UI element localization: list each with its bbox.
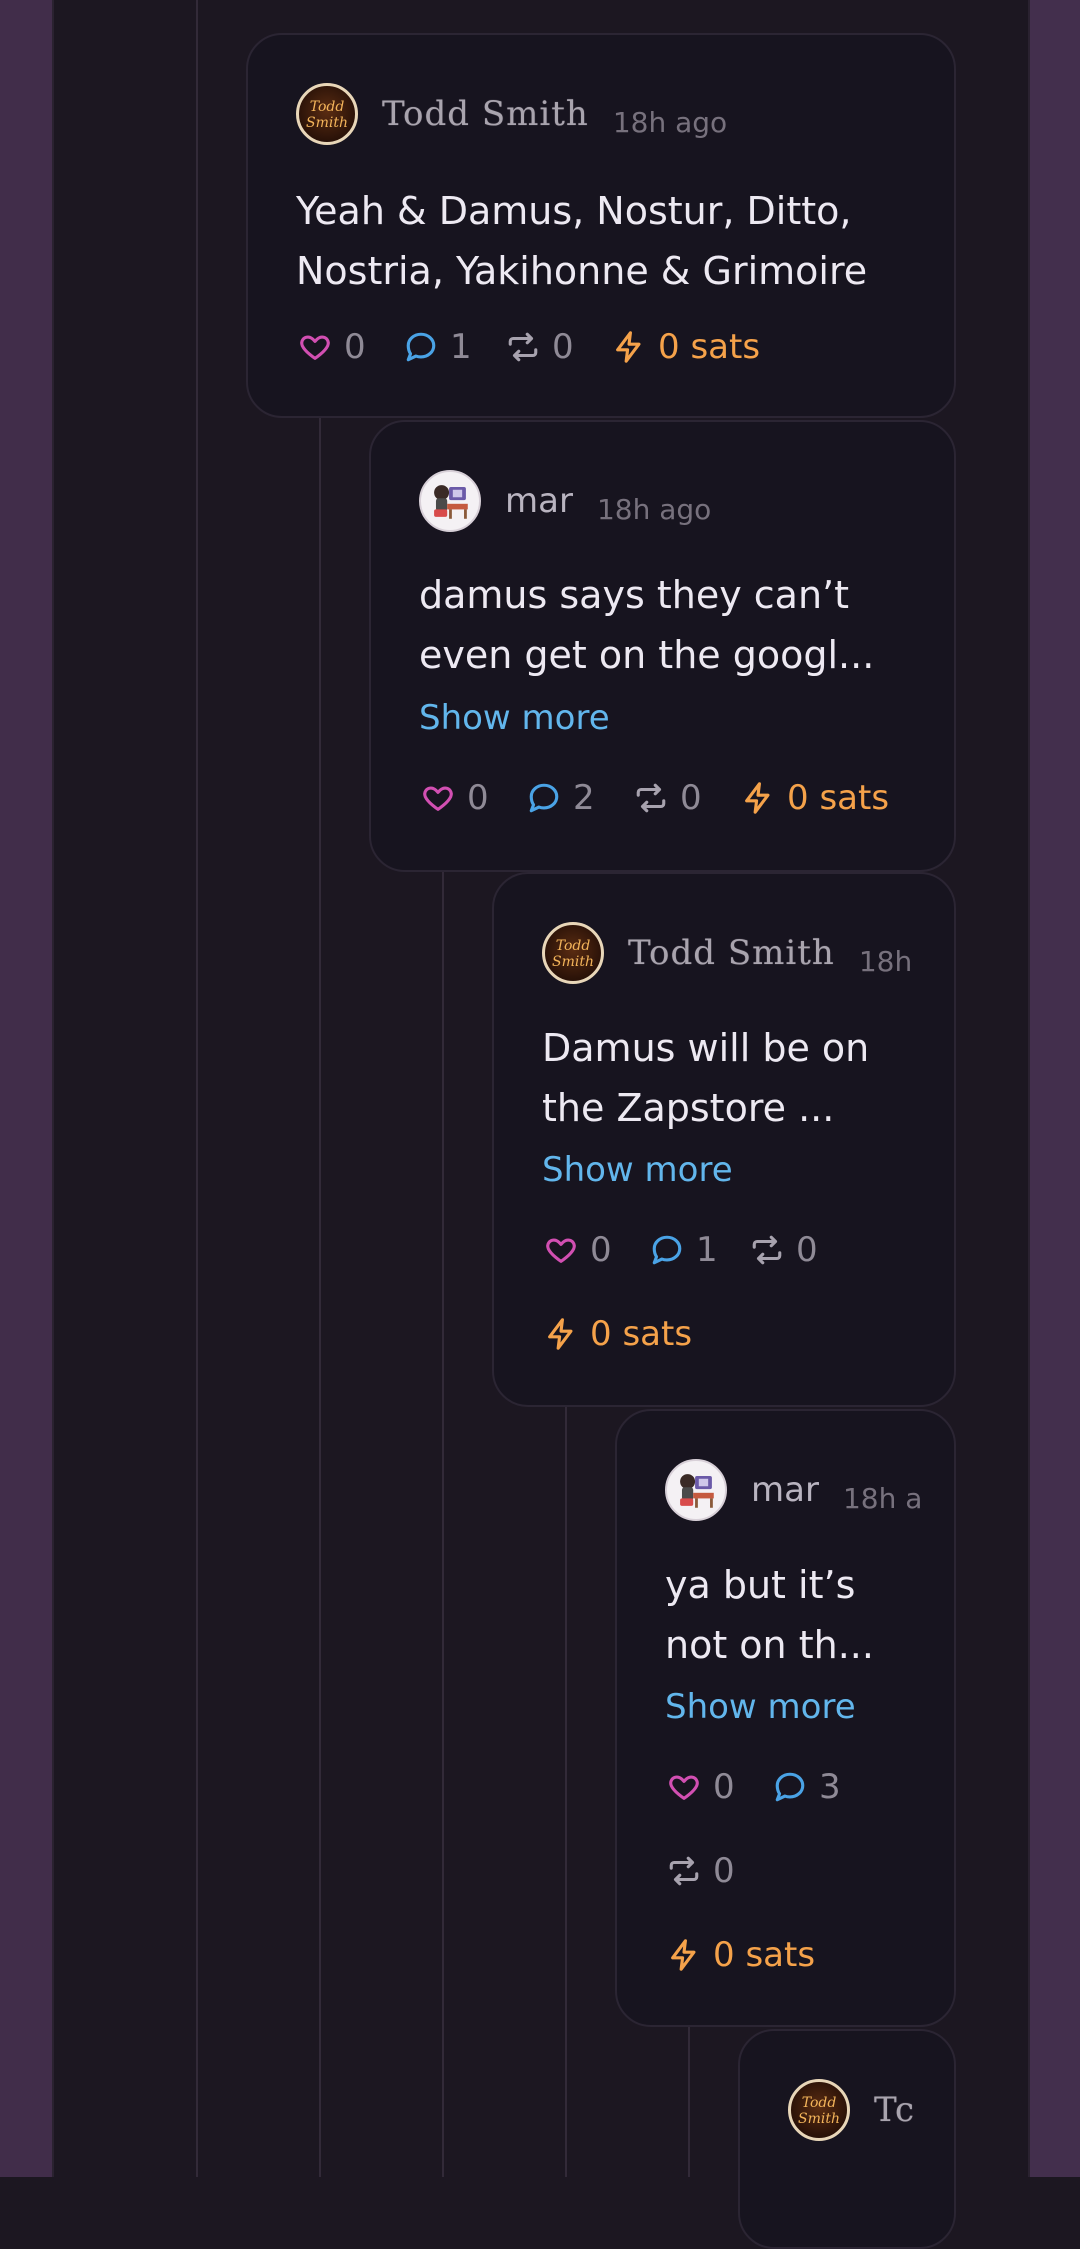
- thread-line: [565, 1404, 567, 2177]
- heart-icon: [300, 335, 330, 360]
- repost-icon: [669, 1856, 699, 1886]
- zap-amount: 0 sats: [658, 327, 761, 367]
- show-more-link[interactable]: Show more: [542, 1150, 733, 1190]
- right-divider: [1028, 0, 1030, 2177]
- zap-button[interactable]: 0 sats: [667, 1935, 815, 1975]
- like-count: 0: [344, 327, 366, 367]
- like-count: 0: [713, 1767, 735, 1807]
- zap-amount: 0 sats: [590, 1314, 693, 1354]
- left-sidebar: [0, 0, 52, 2177]
- like-count: 0: [590, 1230, 612, 1270]
- comment-icon: [652, 1235, 682, 1265]
- author-name[interactable]: Tc: [874, 2090, 915, 2130]
- reply-count: 2: [573, 778, 595, 818]
- author-name[interactable]: mar: [505, 481, 573, 521]
- like-button[interactable]: 0: [421, 778, 489, 818]
- post-card[interactable]: mar 18h a ya but it’s not on th... Show …: [615, 1409, 956, 2027]
- repost-button[interactable]: 0: [750, 1230, 818, 1270]
- reply-button[interactable]: 3: [773, 1767, 841, 1807]
- thread-line: [442, 868, 444, 2177]
- post-line: Nostria, Yakihonne & Grimoire: [296, 249, 868, 293]
- repost-count: 0: [713, 1851, 735, 1891]
- post-line: even get on the googl...: [419, 633, 875, 677]
- comment-icon: [529, 783, 559, 813]
- post-line: the Zapstore ...: [542, 1086, 835, 1130]
- author-avatar[interactable]: Todd Smith: [296, 83, 358, 145]
- thread-line: [319, 416, 321, 2177]
- repost-icon: [752, 1235, 782, 1265]
- post-timestamp: 18h ago: [596, 492, 712, 526]
- repost-button[interactable]: 0: [634, 778, 702, 818]
- lightning-icon: [671, 1939, 696, 1971]
- zap-button[interactable]: 0 sats: [544, 1314, 692, 1354]
- repost-count: 0: [680, 778, 702, 818]
- repost-icon: [636, 783, 666, 813]
- post-card[interactable]: mar 18h ago damus says they can’t even g…: [369, 420, 956, 872]
- author-avatar[interactable]: Todd Smith: [788, 2079, 850, 2141]
- heart-icon: [423, 786, 453, 811]
- comment-icon: [406, 332, 436, 362]
- zap-button[interactable]: 0 sats: [741, 778, 889, 818]
- reply-count: 3: [819, 1767, 841, 1807]
- left-divider: [52, 0, 54, 2177]
- post-card[interactable]: Todd Smith Tc: [738, 2029, 956, 2249]
- post-timestamp: 18h: [858, 944, 913, 978]
- repost-button[interactable]: 0: [506, 327, 574, 367]
- lightning-icon: [745, 782, 770, 814]
- post-line: damus says they can’t: [419, 573, 850, 617]
- comment-icon: [775, 1772, 805, 1802]
- repost-button[interactable]: 0: [667, 1851, 735, 1891]
- author-avatar[interactable]: Todd Smith: [542, 922, 604, 984]
- zap-amount: 0 sats: [787, 778, 890, 818]
- post-content: damus says they can’t even get on the go…: [419, 565, 874, 685]
- post-line: Damus will be on: [542, 1026, 870, 1070]
- lightning-icon: [548, 1318, 573, 1350]
- like-button[interactable]: 0: [667, 1767, 735, 1807]
- author-name[interactable]: mar: [751, 1470, 819, 1510]
- author-name[interactable]: Todd Smith: [382, 94, 589, 134]
- lightning-icon: [616, 331, 641, 363]
- post-card[interactable]: Todd Smith Todd Smith 18h Damus will be o…: [492, 872, 956, 1407]
- thread-line: [196, 0, 198, 2177]
- repost-count: 0: [796, 1230, 818, 1270]
- post-line: not on th...: [665, 1623, 874, 1667]
- reply-button[interactable]: 2: [527, 778, 595, 818]
- reply-button[interactable]: 1: [650, 1230, 718, 1270]
- thread-line: [688, 2022, 690, 2177]
- post-line: ya but it’s: [665, 1563, 856, 1607]
- show-more-link[interactable]: Show more: [419, 698, 610, 738]
- author-avatar[interactable]: [419, 470, 481, 532]
- repost-count: 0: [552, 327, 574, 367]
- show-more-link[interactable]: Show more: [665, 1687, 856, 1727]
- post-card[interactable]: Todd Smith Todd Smith 18h ago Yeah & Damu…: [246, 33, 956, 418]
- post-timestamp: 18h ago: [612, 105, 728, 139]
- like-count: 0: [467, 778, 489, 818]
- repost-icon: [508, 332, 538, 362]
- like-button[interactable]: 0: [298, 327, 366, 367]
- author-name[interactable]: Todd Smith: [628, 933, 835, 973]
- right-sidebar: [1030, 0, 1080, 2177]
- heart-icon: [546, 1238, 576, 1263]
- zap-amount: 0 sats: [713, 1935, 816, 1975]
- post-content: Damus will be on the Zapstore ...: [542, 1018, 869, 1138]
- like-button[interactable]: 0: [544, 1230, 612, 1270]
- post-content: Yeah & Damus, Nostur, Ditto, Nostria, Ya…: [296, 181, 867, 301]
- reply-count: 1: [696, 1230, 718, 1270]
- reply-button[interactable]: 1: [404, 327, 472, 367]
- author-avatar[interactable]: [665, 1459, 727, 1521]
- post-timestamp: 18h a: [842, 1481, 923, 1515]
- reply-count: 1: [450, 327, 472, 367]
- post-content: ya but it’s not on th...: [665, 1555, 874, 1675]
- post-line: Yeah & Damus, Nostur, Ditto,: [296, 189, 852, 233]
- heart-icon: [669, 1775, 699, 1800]
- zap-button[interactable]: 0 sats: [612, 327, 760, 367]
